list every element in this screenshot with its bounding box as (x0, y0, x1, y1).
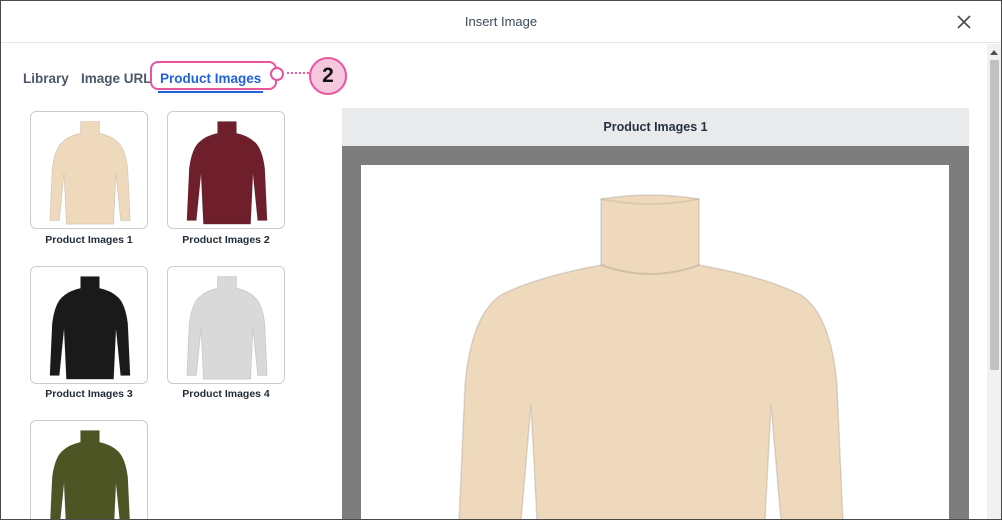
sweater-image (49, 121, 131, 225)
tab-image-url[interactable]: Image URL (81, 71, 152, 86)
callout-connector-dot (270, 67, 284, 81)
sweater-image (49, 276, 131, 380)
callout-step-badge: 2 (309, 57, 347, 95)
preview-title: Product Images 1 (342, 108, 969, 146)
thumbnail-label: Product Images 1 (45, 234, 133, 246)
product-image-thumbnail[interactable] (30, 420, 148, 519)
sweater-image (186, 121, 268, 225)
insert-image-dialog: Insert Image Library Image URL Product I… (0, 0, 1002, 520)
sweater-image (50, 430, 130, 519)
thumbnail-label: Product Images 3 (45, 388, 133, 400)
product-image-thumbnail[interactable] (167, 266, 285, 384)
callout-connector-line (287, 72, 309, 74)
sweater-image (186, 276, 268, 380)
close-icon[interactable] (955, 13, 973, 31)
preview-image (361, 165, 949, 519)
tab-product-images[interactable]: Product Images (158, 71, 264, 93)
active-tab-underline (158, 91, 264, 93)
thumbnail-label: Product Images 4 (182, 388, 270, 400)
large-sweater-image (458, 194, 844, 519)
image-preview-panel: Product Images 1 (342, 108, 969, 519)
scrollbar-thumb[interactable] (990, 60, 999, 370)
vertical-scrollbar[interactable] (987, 44, 1001, 519)
product-image-thumbnail[interactable] (30, 266, 148, 384)
tab-library[interactable]: Library (23, 71, 69, 86)
dialog-header: Insert Image (1, 1, 1001, 43)
product-image-thumbnail[interactable] (167, 111, 285, 229)
dialog-title: Insert Image (464, 14, 538, 29)
product-image-thumbnail[interactable] (30, 111, 148, 229)
thumbnail-label: Product Images 2 (182, 234, 270, 246)
scroll-up-icon[interactable] (990, 50, 998, 55)
tab-product-images-label: Product Images (160, 71, 262, 86)
